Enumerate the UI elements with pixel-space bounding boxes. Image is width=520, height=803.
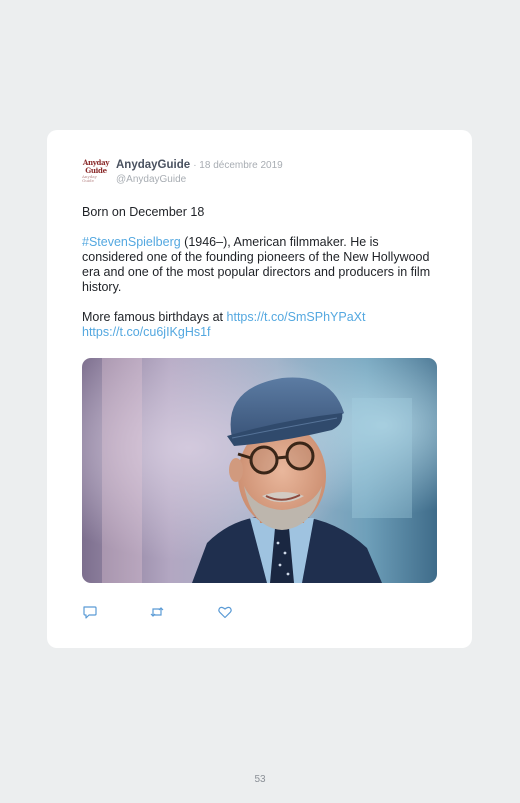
tweet-photo[interactable] xyxy=(82,358,437,583)
author-handle[interactable]: @AnydayGuide xyxy=(116,173,283,187)
retweet-icon[interactable] xyxy=(149,604,165,620)
portrait-image xyxy=(82,358,437,583)
birthdays-link[interactable]: https://t.co/SmSPhYPaXt xyxy=(227,310,366,324)
tweet-date[interactable]: · 18 décembre 2019 xyxy=(193,160,283,171)
avatar-logo-subtext: Anyday Guide xyxy=(82,174,97,183)
tweet-author: AnydayGuide · 18 décembre 2019 @AnydayGu… xyxy=(116,158,283,187)
author-name[interactable]: AnydayGuide xyxy=(116,159,190,171)
tweet-card: Anyday Guide Anyday Guide AnydayGuide · … xyxy=(47,130,472,648)
avatar-logo-text: Guide xyxy=(85,166,107,175)
tweet-more: More famous birthdays at https://t.co/Sm… xyxy=(82,310,432,340)
tweet-actions xyxy=(82,604,282,620)
reply-icon[interactable] xyxy=(82,604,98,620)
avatar-logo-text: Anyday xyxy=(82,158,110,167)
tweet-intro: Born on December 18 xyxy=(82,205,205,219)
like-icon[interactable] xyxy=(217,604,233,620)
hashtag-link[interactable]: #StevenSpielberg xyxy=(82,235,181,249)
tweet-bio: #StevenSpielberg (1946–), American filmm… xyxy=(82,235,432,295)
avatar[interactable]: Anyday Guide Anyday Guide xyxy=(82,157,110,185)
more-text: More famous birthdays at xyxy=(82,310,227,324)
media-link[interactable]: https://t.co/cu6jIKgHs1f xyxy=(82,325,211,339)
tweet-text: Born on December 18 #StevenSpielberg (19… xyxy=(82,205,432,355)
page-number: 53 xyxy=(254,774,266,785)
